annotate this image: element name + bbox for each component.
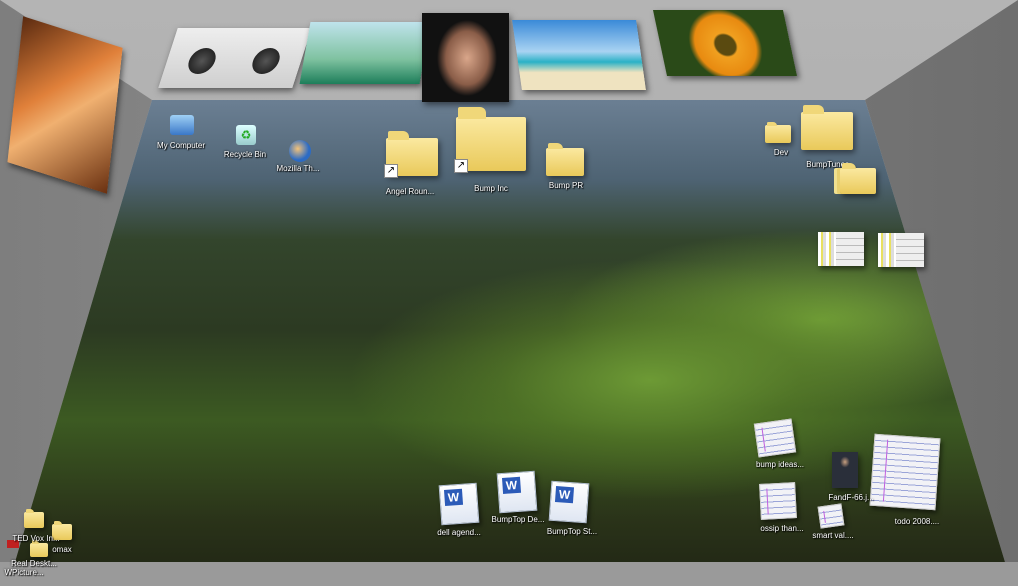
recycle-bin-label: Recycle Bin [223, 150, 267, 159]
folder-ted[interactable] [24, 509, 44, 528]
portrait-picture[interactable] [422, 13, 509, 102]
word-doc-bumptop-st[interactable]: W [548, 480, 590, 524]
folder-label: Angel Roun... [385, 187, 435, 196]
word-icon: W [443, 488, 464, 506]
canyon-picture[interactable] [7, 16, 123, 194]
text-doc-bump-ideas[interactable] [753, 418, 797, 458]
text-doc-ossip-than[interactable] [759, 482, 797, 520]
shortcut-arrow-icon: ↗ [454, 159, 468, 173]
file-label: bump ideas... [755, 460, 805, 469]
thunderbird-label: Mozilla Th... [276, 164, 320, 173]
text-doc-smart-val[interactable] [817, 503, 845, 529]
folder-bumptunes[interactable] [801, 105, 853, 150]
folder-bump-inc[interactable]: ↗ [454, 107, 526, 173]
folder-pile[interactable] [840, 163, 876, 194]
document-pile[interactable] [818, 232, 864, 266]
word-doc-dell-agenda[interactable]: W [438, 482, 480, 526]
my-computer-icon[interactable] [170, 115, 194, 135]
folder-angel-round[interactable]: ↗ [384, 131, 438, 178]
folder-label: Bump PR [548, 181, 584, 190]
clouds-picture[interactable] [299, 22, 431, 84]
folder-real-desktop[interactable] [30, 540, 48, 557]
document-pile[interactable] [878, 233, 924, 267]
file-label: BumpTop De... [491, 515, 545, 524]
word-doc-bumptop-de[interactable]: W [496, 470, 538, 514]
shortcut-arrow-icon: ↗ [384, 164, 398, 178]
file-label: ossip than... [760, 524, 804, 533]
file-label: omax [52, 545, 72, 554]
folder-bump-pr[interactable] [546, 142, 584, 176]
text-doc-todo-2008[interactable] [869, 433, 941, 511]
folder-label: Bump Inc [474, 184, 508, 193]
beach-picture[interactable] [512, 20, 646, 90]
file-label: TED Vox In... [12, 534, 60, 543]
file-label: dell agend... [437, 528, 481, 537]
front-edge [0, 562, 1018, 586]
word-icon: W [554, 486, 575, 504]
file-label: WPicture... [4, 568, 44, 577]
file-label: BumpTop St... [546, 527, 598, 536]
folder-label: Dev [773, 148, 789, 157]
file-label: FandF-66.j... [828, 493, 874, 502]
folder-dev[interactable] [765, 121, 791, 143]
boombox-picture[interactable] [158, 28, 312, 88]
file-label: todo 2008.... [894, 517, 940, 526]
recycle-bin-icon[interactable]: ♻ [236, 125, 256, 145]
photo-fandf[interactable] [832, 452, 858, 488]
file-label: smart val.... [812, 531, 854, 540]
file-label: Real Deskt... [11, 559, 57, 568]
thunderbird-icon[interactable] [289, 140, 311, 162]
word-icon: W [501, 476, 522, 494]
sunflower-picture[interactable] [652, 10, 798, 76]
my-computer-label: My Computer [156, 141, 206, 150]
